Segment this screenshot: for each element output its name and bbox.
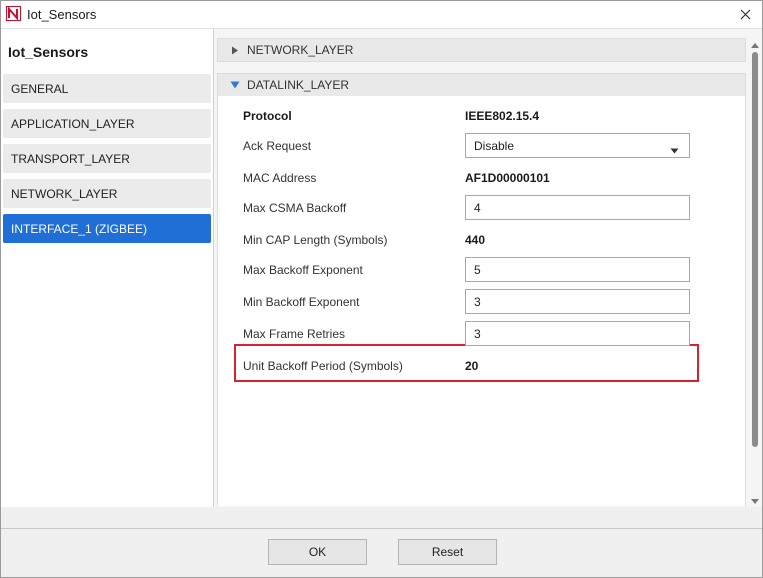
sidebar: Iot_Sensors GENERAL APPLICATION_LAYER TR… bbox=[1, 29, 214, 507]
max-frame-retries-input[interactable]: 3 bbox=[465, 321, 690, 346]
min-cap-length-label: Min CAP Length (Symbols) bbox=[243, 233, 388, 247]
max-csma-backoff-value: 4 bbox=[474, 200, 481, 215]
window-title: Iot_Sensors bbox=[27, 7, 97, 22]
section-header-datalink-layer[interactable]: DATALINK_LAYER bbox=[217, 73, 746, 97]
chevron-right-icon bbox=[228, 43, 242, 57]
protocol-value: IEEE802.15.4 bbox=[465, 109, 540, 123]
close-button[interactable] bbox=[734, 4, 756, 24]
sidebar-item-general[interactable]: GENERAL bbox=[3, 74, 211, 103]
min-backoff-exponent-label: Min Backoff Exponent bbox=[243, 295, 360, 309]
vertical-scrollbar[interactable] bbox=[749, 40, 761, 506]
max-frame-retries-value: 3 bbox=[474, 326, 481, 341]
ack-request-label: Ack Request bbox=[243, 139, 312, 153]
chevron-down-icon bbox=[670, 143, 679, 157]
mac-address-value: AF1D00000101 bbox=[465, 171, 550, 185]
max-backoff-exponent-label: Max Backoff Exponent bbox=[243, 263, 363, 277]
sidebar-item-label: GENERAL bbox=[11, 81, 69, 96]
netsim-logo-icon bbox=[6, 6, 21, 21]
scrollbar-thumb[interactable] bbox=[752, 52, 758, 447]
chevron-down-icon bbox=[228, 78, 242, 92]
max-csma-backoff-input[interactable]: 4 bbox=[465, 195, 690, 220]
close-icon bbox=[740, 9, 750, 19]
section-label: NETWORK_LAYER bbox=[247, 43, 354, 57]
protocol-label: Protocol bbox=[243, 109, 292, 123]
ack-request-value: Disable bbox=[474, 138, 515, 153]
reset-button[interactable]: Reset bbox=[398, 539, 497, 565]
max-backoff-exponent-value: 5 bbox=[474, 262, 481, 277]
section-label: DATALINK_LAYER bbox=[247, 78, 350, 92]
properties-panel: NETWORK_LAYER DATALINK_LAYER Protocol IE… bbox=[214, 29, 762, 507]
sidebar-item-label: NETWORK_LAYER bbox=[11, 186, 118, 201]
sidebar-item-application-layer[interactable]: APPLICATION_LAYER bbox=[3, 109, 211, 138]
scroll-up-arrow-icon[interactable] bbox=[751, 41, 759, 49]
min-backoff-exponent-input[interactable]: 3 bbox=[465, 289, 690, 314]
sidebar-title: Iot_Sensors bbox=[8, 44, 89, 60]
sidebar-item-label: TRANSPORT_LAYER bbox=[11, 151, 130, 166]
max-frame-retries-label: Max Frame Retries bbox=[243, 327, 346, 341]
scroll-down-arrow-icon[interactable] bbox=[751, 497, 759, 505]
ok-button[interactable]: OK bbox=[268, 539, 367, 565]
title-bar: Iot_Sensors bbox=[1, 1, 762, 29]
min-cap-length-value: 440 bbox=[465, 233, 486, 247]
max-backoff-exponent-input[interactable]: 5 bbox=[465, 257, 690, 282]
sidebar-item-transport-layer[interactable]: TRANSPORT_LAYER bbox=[3, 144, 211, 173]
unit-backoff-period-label: Unit Backoff Period (Symbols) bbox=[243, 359, 403, 373]
sidebar-item-interface-1[interactable]: INTERFACE_1 (ZIGBEE) bbox=[3, 214, 211, 243]
sidebar-item-label: INTERFACE_1 (ZIGBEE) bbox=[11, 221, 148, 236]
mac-address-label: MAC Address bbox=[243, 171, 317, 185]
ack-request-select[interactable]: Disable bbox=[465, 133, 690, 158]
min-backoff-exponent-value: 3 bbox=[474, 294, 481, 309]
datalink-properties: Protocol IEEE802.15.4 Ack Request Disabl… bbox=[217, 96, 746, 506]
properties-dialog: Iot_Sensors Iot_Sensors GENERAL APPLICAT… bbox=[0, 0, 763, 578]
sidebar-item-label: APPLICATION_LAYER bbox=[11, 116, 135, 131]
unit-backoff-period-value: 20 bbox=[465, 359, 479, 373]
section-header-network-layer[interactable]: NETWORK_LAYER bbox=[217, 38, 746, 62]
sidebar-item-network-layer[interactable]: NETWORK_LAYER bbox=[3, 179, 211, 208]
dialog-footer: OK Reset bbox=[1, 528, 762, 577]
max-csma-backoff-label: Max CSMA Backoff bbox=[243, 201, 347, 215]
